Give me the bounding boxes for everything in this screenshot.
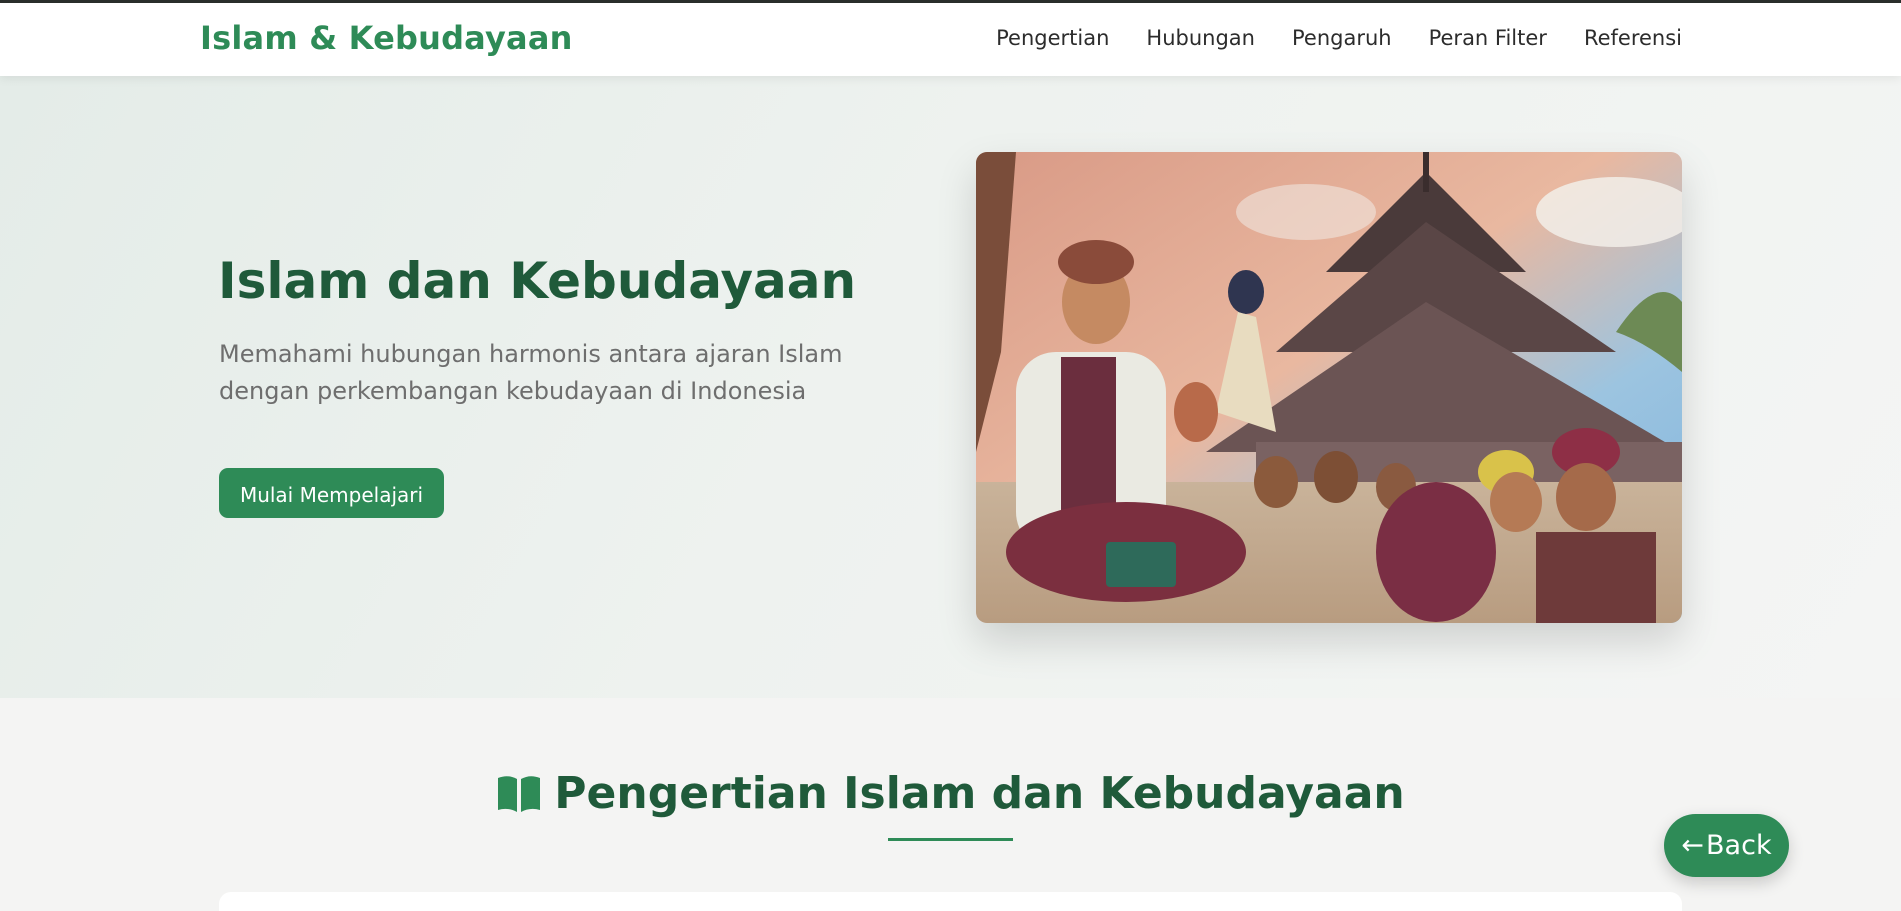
section-heading: Pengertian Islam dan Kebudayaan (0, 768, 1901, 819)
navbar: Islam & Kebudayaan Pengertian Hubungan P… (0, 3, 1901, 76)
nav-link-pengaruh[interactable]: Pengaruh (1292, 26, 1392, 50)
back-label: Back (1706, 830, 1772, 861)
hero-subtitle: Memahami hubungan harmonis antara ajaran… (219, 340, 843, 405)
main-nav: Pengertian Hubungan Pengaruh Peran Filte… (959, 26, 1682, 50)
nav-link-referensi[interactable]: Referensi (1584, 26, 1682, 50)
back-button[interactable]: ← Back (1664, 814, 1789, 877)
open-book-icon (498, 775, 541, 812)
start-learning-button[interactable]: Mulai Mempelajari (219, 468, 444, 518)
content-card (219, 892, 1682, 911)
section-title: Pengertian Islam dan Kebudayaan (554, 768, 1405, 819)
nav-link-hubungan[interactable]: Hubungan (1146, 26, 1255, 50)
site-logo[interactable]: Islam & Kebudayaan (200, 19, 573, 57)
hero-title: Islam dan Kebudayaan (218, 252, 857, 310)
hero-section: Islam dan Kebudayaan Memahami hubungan h… (0, 76, 1901, 698)
section-title-underline (888, 838, 1013, 841)
arrow-left-icon: ← (1681, 830, 1705, 861)
nav-link-pengertian[interactable]: Pengertian (996, 26, 1109, 50)
hero-illustration (976, 152, 1682, 623)
nav-link-peran-filter[interactable]: Peran Filter (1429, 26, 1547, 50)
